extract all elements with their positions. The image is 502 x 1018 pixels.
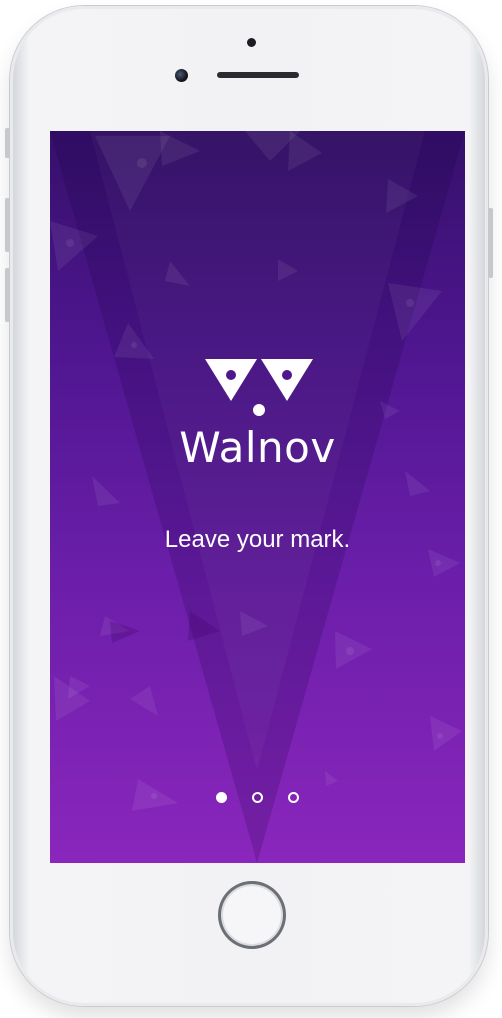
walnov-logo-icon <box>205 359 313 416</box>
tagline: Leave your mark. <box>164 526 351 553</box>
earpiece-speaker <box>217 72 299 78</box>
home-button-icon[interactable] <box>218 881 286 949</box>
volume-up-button <box>5 198 10 252</box>
mute-switch <box>5 128 10 158</box>
background-pattern <box>50 131 465 863</box>
page-indicator <box>50 792 465 803</box>
page-dot-2[interactable] <box>252 792 263 803</box>
brand-name: Walnov <box>179 423 336 472</box>
volume-down-button <box>5 268 10 322</box>
phone-frame: Walnov Leave your mark. <box>5 6 493 1006</box>
power-button <box>488 208 493 278</box>
page-dot-3[interactable] <box>288 792 299 803</box>
proximity-sensor <box>247 38 256 47</box>
splash-screen: Walnov Leave your mark. <box>50 131 465 863</box>
page-dot-1[interactable] <box>216 792 227 803</box>
front-camera <box>175 69 188 82</box>
